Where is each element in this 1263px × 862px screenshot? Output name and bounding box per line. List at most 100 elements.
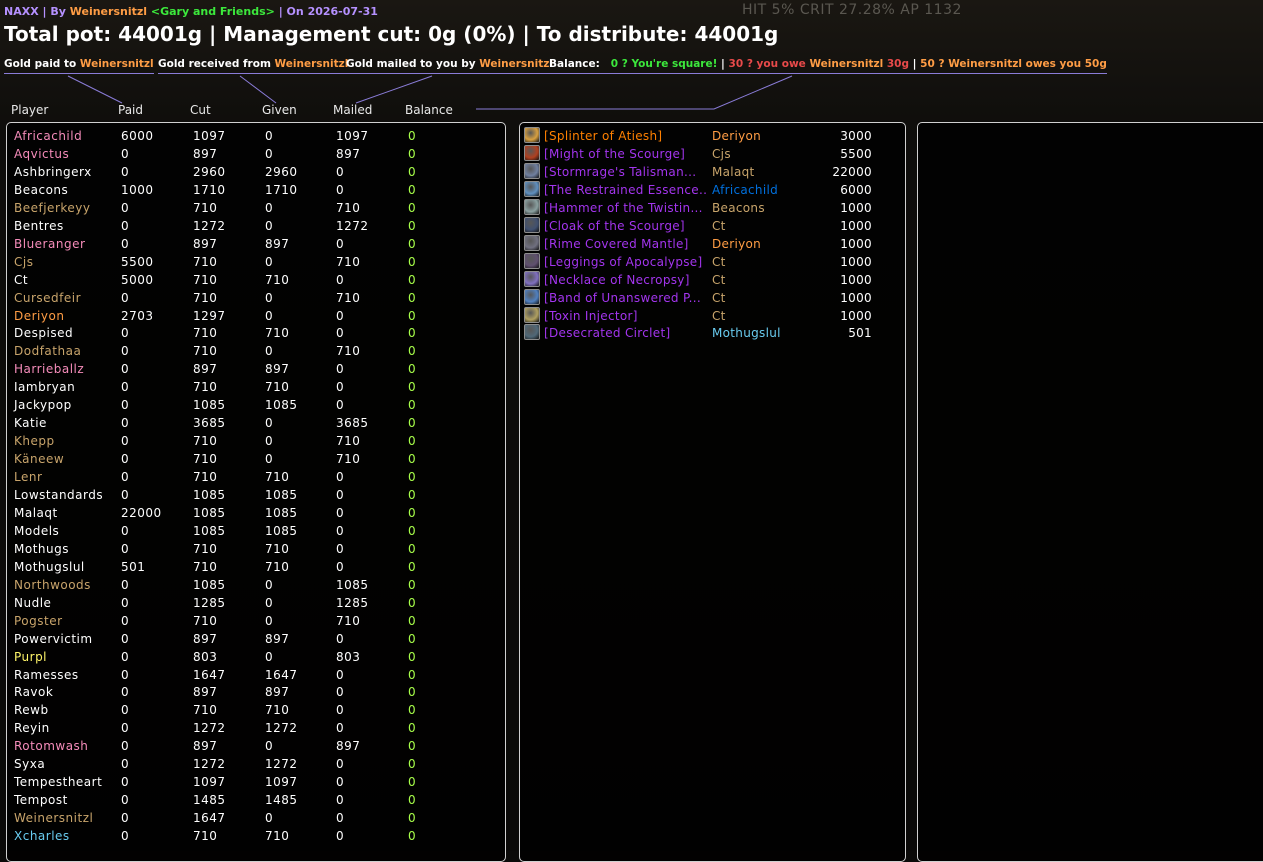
player-row[interactable]: Cursedfeir 0 710 0 710 0 xyxy=(7,291,505,309)
player-row[interactable]: Africachild 6000 1097 0 1097 0 xyxy=(7,129,505,147)
player-row[interactable]: Bentres 0 1272 0 1272 0 xyxy=(7,219,505,237)
mailed-value: 0 xyxy=(336,326,345,341)
splinter-icon[interactable] xyxy=(524,127,540,143)
player-row[interactable]: Blueranger 0 897 897 0 0 xyxy=(7,237,505,255)
winner-name: Africachild xyxy=(712,182,779,197)
player-row[interactable]: Lenr 0 710 710 0 0 xyxy=(7,470,505,488)
essence-icon[interactable] xyxy=(524,180,540,197)
player-row[interactable]: Ct 5000 710 710 0 0 xyxy=(7,273,505,291)
price-value: 3000 xyxy=(840,129,872,143)
mailed-value: 0 xyxy=(336,757,345,772)
player-row[interactable]: Katie 0 3685 0 3685 0 xyxy=(7,416,505,434)
player-row[interactable]: Deriyon 2703 1297 0 0 0 xyxy=(7,309,505,327)
player-row[interactable]: Models 0 1085 1085 0 0 xyxy=(7,524,505,542)
player-row[interactable]: Rotomwash 0 897 0 897 0 xyxy=(7,739,505,757)
loot-row[interactable]: [Splinter of Atiesh] Deriyon 3000 xyxy=(520,127,905,147)
players-panel[interactable]: Africachild 6000 1097 0 1097 0 Aqvictus 0 897 0 89… xyxy=(6,122,506,862)
paid-value: 5500 xyxy=(121,254,154,269)
player-row[interactable]: Jackypop 0 1085 1085 0 0 xyxy=(7,398,505,416)
report-date: | On 2026-07-31 xyxy=(274,5,378,18)
loot-row[interactable]: [Stormrage's Talisman... Malaqt 22000 xyxy=(520,162,905,183)
player-row[interactable]: Lowstandards 0 1085 1085 0 0 xyxy=(7,488,505,506)
loot-row[interactable]: [Might of the Scourge] Cjs 5500 xyxy=(520,144,905,165)
item-link[interactable]: [Splinter of Atiesh] xyxy=(544,129,706,143)
player-row[interactable]: Syxa 0 1272 1272 0 0 xyxy=(7,757,505,775)
hammer-icon[interactable] xyxy=(524,198,540,215)
balance-value: 0 xyxy=(408,344,417,359)
player-row[interactable]: Käneew 0 710 0 710 0 xyxy=(7,452,505,470)
player-row[interactable]: Rewb 0 710 710 0 0 xyxy=(7,703,505,721)
loot-row[interactable]: [Cloak of the Scourge] Ct 1000 xyxy=(520,216,905,237)
player-row[interactable]: Nudle 0 1285 0 1285 0 xyxy=(7,596,505,614)
player-row[interactable]: Mothugs 0 710 710 0 0 xyxy=(7,542,505,560)
loot-row[interactable]: [Toxin Injector] Ct 1000 xyxy=(520,306,905,327)
loot-row[interactable]: [The Restrained Essence... Africachild 600… xyxy=(520,180,905,201)
player-row[interactable]: Mothugslul 501 710 710 0 0 xyxy=(7,560,505,578)
cloak-icon[interactable] xyxy=(524,216,540,233)
loot-row[interactable]: [Band of Unanswered P... Ct 1000 xyxy=(520,288,905,309)
item-link[interactable]: [Hammer of the Twistin... xyxy=(544,201,706,215)
player-row[interactable]: Iambryan 0 710 710 0 0 xyxy=(7,380,505,398)
paid-value: 0 xyxy=(121,595,130,610)
player-row[interactable]: Khepp 0 710 0 710 0 xyxy=(7,434,505,452)
player-row[interactable]: Beefjerkeyy 0 710 0 710 0 xyxy=(7,201,505,219)
player-row[interactable]: Dodfathaa 0 710 0 710 0 xyxy=(7,344,505,362)
player-row[interactable]: Aqvictus 0 897 0 897 0 xyxy=(7,147,505,165)
player-row[interactable]: Ramesses 0 1647 1647 0 0 xyxy=(7,668,505,686)
shoulder-icon[interactable] xyxy=(524,144,540,161)
player-row[interactable]: Cjs 5500 710 0 710 0 xyxy=(7,255,505,273)
mantle-icon[interactable] xyxy=(524,234,540,251)
player-row[interactable]: Tempestheart 0 1097 1097 0 0 xyxy=(7,775,505,793)
cut-value: 1097 xyxy=(193,775,226,790)
item-link[interactable]: [The Restrained Essence... xyxy=(544,183,706,197)
price-value: 1000 xyxy=(840,236,872,251)
item-link[interactable]: [Stormrage's Talisman... xyxy=(544,165,706,179)
item-link[interactable]: [Rime Covered Mantle] xyxy=(544,237,706,251)
talisman-icon[interactable] xyxy=(524,162,540,179)
balance-value: 0 xyxy=(408,757,417,772)
leggings-icon[interactable] xyxy=(524,252,540,269)
player-row[interactable]: Beacons 1000 1710 1710 0 0 xyxy=(7,183,505,201)
item-link[interactable]: [Toxin Injector] xyxy=(544,309,706,323)
player-row[interactable]: Weinersnitzl 0 1647 0 0 0 xyxy=(7,811,505,829)
item-link[interactable]: [Leggings of Apocalypse] xyxy=(544,255,706,269)
loot-row[interactable]: [Desecrated Circlet] Mothugslul 501 xyxy=(520,324,905,344)
item-link[interactable]: [Might of the Scourge] xyxy=(544,147,706,161)
item-link[interactable]: [Cloak of the Scourge] xyxy=(544,219,706,233)
loot-row[interactable]: [Necklace of Necropsy] Ct 1000 xyxy=(520,270,905,291)
player-row[interactable]: Pogster 0 710 0 710 0 xyxy=(7,614,505,632)
player-row[interactable]: Harrieballz 0 897 897 0 0 xyxy=(7,362,505,380)
player-row[interactable]: Tempost 0 1485 1485 0 0 xyxy=(7,793,505,811)
necklace-icon[interactable] xyxy=(524,270,540,287)
winner-name: Beacons xyxy=(712,200,765,215)
player-row[interactable]: Ravok 0 897 897 0 0 xyxy=(7,685,505,703)
wand-icon[interactable] xyxy=(524,306,540,323)
player-row[interactable]: Reyin 0 1272 1272 0 0 xyxy=(7,721,505,739)
loot-row[interactable]: [Hammer of the Twistin... Beacons 1000 xyxy=(520,198,905,219)
player-row[interactable]: Northwoods 0 1085 0 1085 0 xyxy=(7,578,505,596)
player-row[interactable]: Malaqt 22000 1085 1085 0 0 xyxy=(7,506,505,524)
mailed-value: 0 xyxy=(336,523,345,538)
cut-value: 897 xyxy=(193,236,218,251)
loot-panel[interactable]: [Splinter of Atiesh] Deriyon 3000 [Might of… xyxy=(519,122,906,862)
player-name: Käneew xyxy=(14,452,65,467)
paid-value: 0 xyxy=(121,649,130,664)
price-value: 1000 xyxy=(840,290,872,305)
circlet-icon[interactable] xyxy=(524,324,540,341)
player-name: Ct xyxy=(14,272,29,287)
player-row[interactable]: Purpl 0 803 0 803 0 xyxy=(7,650,505,668)
ring-icon[interactable] xyxy=(524,288,540,305)
player-row[interactable]: Ashbringerx 0 2960 2960 0 0 xyxy=(7,165,505,183)
player-row[interactable]: Despised 0 710 710 0 0 xyxy=(7,326,505,344)
item-link[interactable]: [Band of Unanswered P... xyxy=(544,291,706,305)
item-link[interactable]: [Desecrated Circlet] xyxy=(544,326,706,340)
player-row[interactable]: Xcharles 0 710 710 0 0 xyxy=(7,829,505,847)
mailed-value: 710 xyxy=(336,290,361,305)
paid-value: 0 xyxy=(121,326,130,341)
player-name: Rotomwash xyxy=(14,739,89,754)
player-row[interactable]: Powervictim 0 897 897 0 0 xyxy=(7,632,505,650)
empty-panel xyxy=(917,122,1263,862)
item-link[interactable]: [Necklace of Necropsy] xyxy=(544,273,706,287)
loot-row[interactable]: [Leggings of Apocalypse] Ct 1000 xyxy=(520,252,905,273)
loot-row[interactable]: [Rime Covered Mantle] Deriyon 1000 xyxy=(520,234,905,255)
